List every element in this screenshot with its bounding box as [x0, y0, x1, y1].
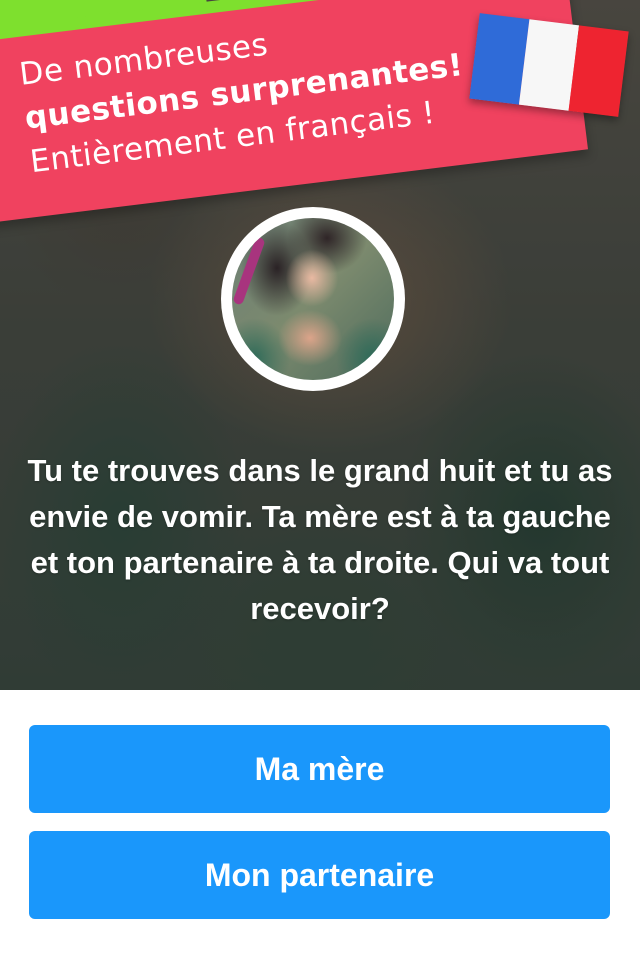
french-flag-icon [469, 13, 629, 117]
answers-panel: Ma mère Mon partenaire [0, 690, 640, 960]
avatar-hair-streak [232, 236, 266, 306]
avatar-photo [232, 218, 394, 380]
answer-button-mon-partenaire[interactable]: Mon partenaire [29, 831, 610, 919]
avatar [221, 207, 405, 391]
flag-red-stripe [568, 25, 629, 117]
promo-text: De nombreuses questions surprenantes! En… [17, 0, 471, 184]
answer-button-ma-mere[interactable]: Ma mère [29, 725, 610, 813]
question-text: Tu te trouves dans le grand huit et tu a… [27, 453, 613, 626]
